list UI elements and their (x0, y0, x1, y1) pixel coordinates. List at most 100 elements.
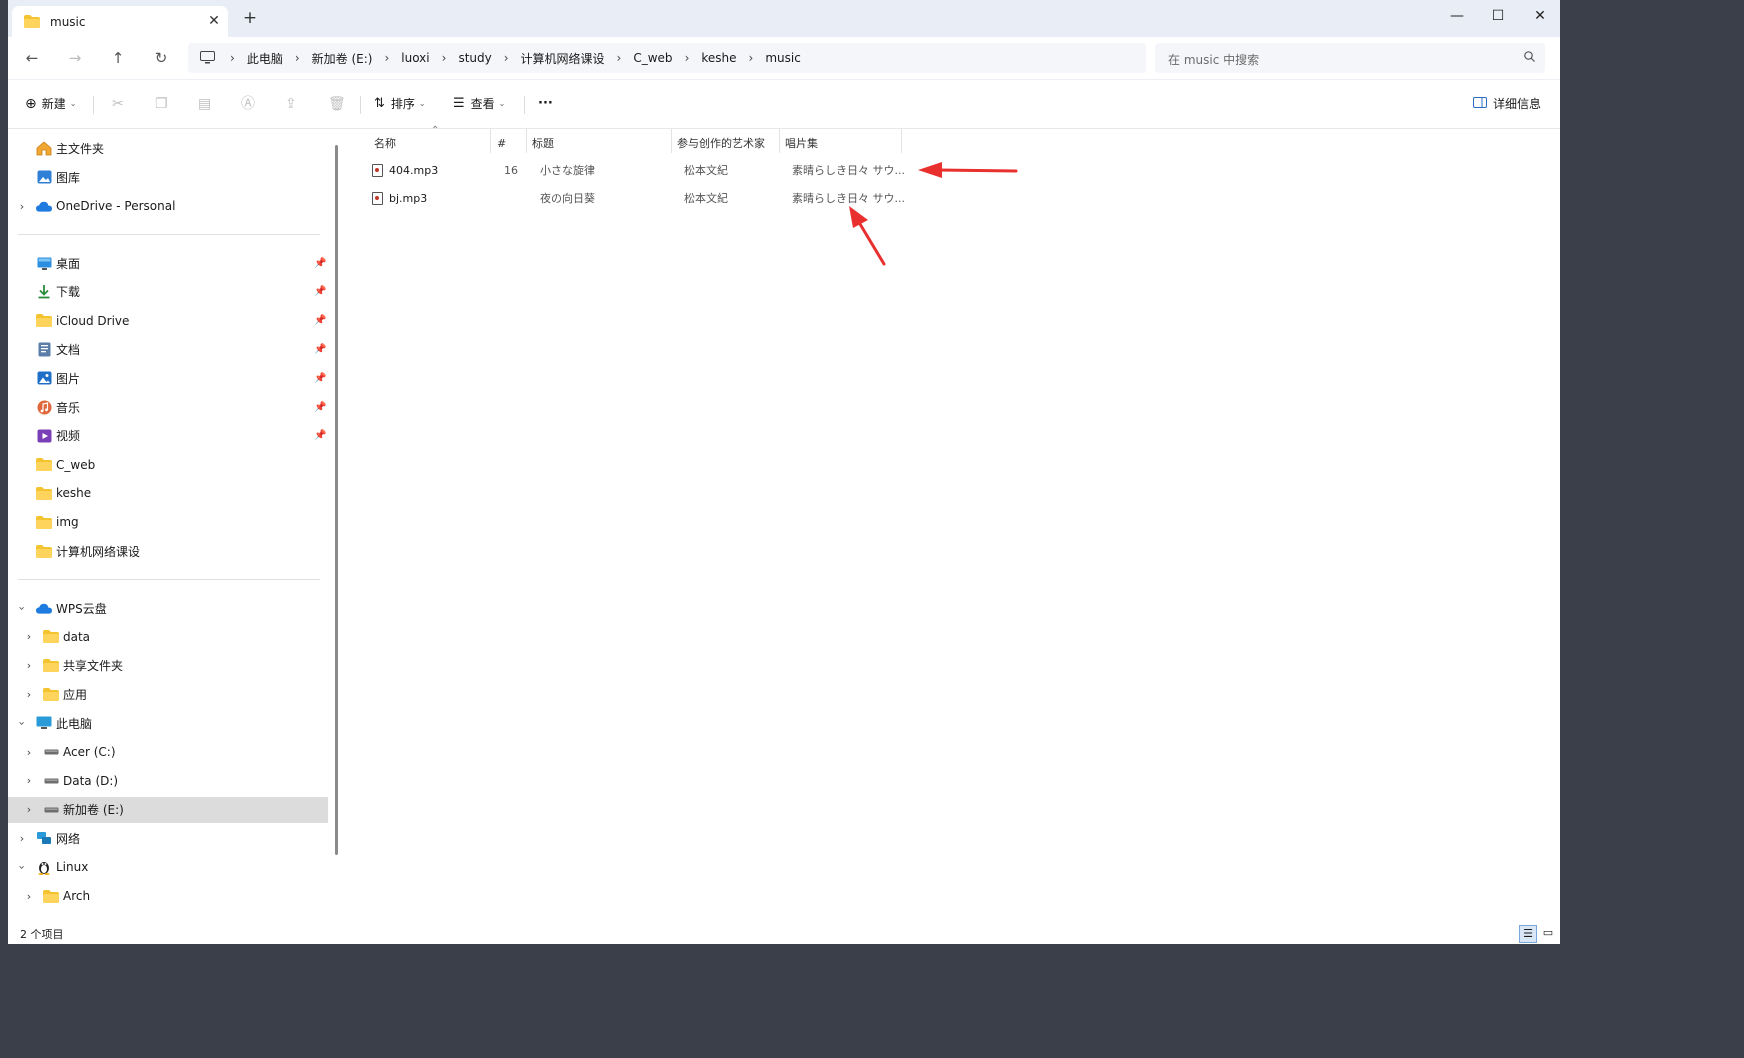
search-input[interactable]: 在 music 中搜索 (1155, 43, 1545, 73)
chevron-right-icon[interactable]: › (741, 51, 762, 65)
paste-icon[interactable]: ▤ (198, 94, 211, 114)
chevron-right-icon[interactable]: › (677, 51, 698, 65)
breadcrumb-item[interactable]: luoxi (397, 51, 433, 65)
sidebar-item[interactable]: 图库 (8, 164, 328, 190)
document-icon (36, 341, 52, 357)
up-button[interactable]: ↑ (105, 46, 131, 70)
chevron-right-icon[interactable]: › (434, 51, 455, 65)
tab-close-icon[interactable]: ✕ (205, 12, 223, 30)
share-icon[interactable]: ⇪ (285, 94, 297, 114)
chevron-down-icon[interactable]: › (16, 717, 29, 729)
sidebar-item[interactable]: 桌面 📌 (8, 250, 328, 276)
sidebar-item[interactable]: › Acer (C:) (8, 739, 328, 765)
new-tab-button[interactable]: + (240, 8, 260, 28)
column-header-title[interactable]: 标题 (532, 133, 554, 155)
sidebar-item[interactable]: › Data (D:) (8, 768, 328, 794)
download-icon (36, 284, 52, 300)
sidebar-item[interactable]: › Arch (8, 883, 328, 909)
cut-icon[interactable]: ✂ (112, 94, 124, 114)
breadcrumb-item[interactable]: music (761, 51, 804, 65)
chevron-right-icon[interactable]: › (23, 774, 35, 787)
breadcrumb-item[interactable]: keshe (697, 51, 740, 65)
sidebar-item[interactable]: › data (8, 624, 328, 650)
sidebar-item[interactable]: › 应用 (8, 681, 328, 707)
column-header-name[interactable]: 名称 (374, 133, 396, 155)
sidebar-item[interactable]: › 此电脑 (8, 710, 328, 736)
column-divider[interactable] (490, 129, 491, 153)
sidebar-item[interactable]: 计算机网络课设 (8, 538, 328, 564)
chevron-right-icon[interactable]: › (376, 51, 397, 65)
sidebar-item-label: 图片 (56, 371, 81, 386)
breadcrumb-item[interactable]: 新加卷 (E:) (308, 50, 377, 67)
chevron-right-icon[interactable]: › (16, 832, 28, 845)
forward-button[interactable]: → (62, 46, 88, 70)
chevron-right-icon[interactable]: › (23, 803, 35, 816)
column-header-album[interactable]: 唱片集 (785, 133, 818, 155)
toolbar-divider (360, 96, 361, 114)
refresh-button[interactable]: ↻ (148, 46, 174, 70)
sidebar-item[interactable]: › 共享文件夹 (8, 653, 328, 679)
navigation-pane-scrollbar[interactable] (335, 145, 338, 855)
folder-icon (43, 658, 59, 674)
sidebar-item[interactable]: › Linux (8, 854, 328, 880)
sidebar-item[interactable]: C_web (8, 452, 328, 478)
sidebar-item[interactable]: 图片 📌 (8, 365, 328, 391)
file-row[interactable]: bj.mp3 夜の向日葵 松本文紀 素晴らしき日々 サウ... (360, 185, 905, 212)
sidebar-item[interactable]: 视频 📌 (8, 423, 328, 449)
more-options-button[interactable]: ··· (538, 94, 553, 114)
copy-icon[interactable]: ❐ (155, 94, 168, 114)
chevron-right-icon[interactable]: › (23, 630, 35, 643)
chevron-right-icon[interactable]: › (23, 688, 35, 701)
sidebar-item[interactable]: iCloud Drive 📌 (8, 308, 328, 334)
sort-button[interactable]: ⇅ 排序 ⌄ (374, 94, 426, 114)
details-view-icon[interactable]: ☰ (1519, 925, 1537, 943)
chevron-right-icon[interactable]: › (609, 51, 630, 65)
breadcrumb-item[interactable]: study (454, 51, 495, 65)
rename-icon[interactable]: Ⓐ (241, 94, 255, 114)
details-pane-button[interactable]: 详细信息 (1473, 94, 1541, 114)
sidebar-item[interactable]: img (8, 509, 328, 535)
chevron-right-icon[interactable]: › (23, 890, 35, 903)
chevron-right-icon[interactable]: › (287, 51, 308, 65)
back-button[interactable]: ← (19, 46, 45, 70)
chevron-down-icon[interactable]: › (16, 861, 29, 873)
breadcrumb-item[interactable]: 此电脑 (243, 50, 287, 67)
delete-icon[interactable]: 🗑 (328, 94, 346, 114)
chevron-right-icon[interactable]: › (16, 200, 28, 213)
desktop-icon (36, 255, 52, 271)
column-divider[interactable] (526, 129, 527, 153)
sidebar-item[interactable]: › WPS云盘 (8, 595, 328, 621)
chevron-down-icon: ⌄ (498, 99, 506, 108)
music-icon (36, 399, 52, 415)
chevron-right-icon[interactable]: › (23, 746, 35, 759)
breadcrumb-item[interactable]: C_web (629, 51, 676, 65)
file-row[interactable]: 404.mp3 16 小さな旋律 松本文紀 素晴らしき日々 サウ... (360, 157, 905, 184)
sidebar-item[interactable]: keshe (8, 480, 328, 506)
sidebar-item[interactable]: › OneDrive - Personal (8, 193, 328, 219)
tiles-view-icon[interactable]: ▭ (1540, 925, 1556, 941)
sidebar-item[interactable]: 音乐 📌 (8, 394, 328, 420)
breadcrumb-item[interactable]: 计算机网络课设 (517, 50, 609, 67)
new-button[interactable]: ⊕ 新建 ⌄ (25, 94, 76, 114)
sidebar-item[interactable]: › 网络 (8, 825, 328, 851)
sidebar-item-label: 下载 (56, 285, 81, 300)
chevron-right-icon[interactable]: › (23, 659, 35, 672)
column-divider[interactable] (779, 129, 780, 153)
maximize-button[interactable]: ☐ (1478, 4, 1518, 28)
sidebar-item[interactable]: › 新加卷 (E:) (8, 796, 328, 823)
column-header-artist[interactable]: 参与创作的艺术家 (677, 133, 765, 155)
address-bar[interactable]: › 此电脑 › 新加卷 (E:) › luoxi › study › 计算机网络课设 › C_web ›… (188, 43, 1146, 73)
tab-music[interactable]: music ✕ (12, 6, 228, 37)
chevron-down-icon[interactable]: › (16, 602, 29, 614)
chevron-right-icon[interactable]: › (496, 51, 517, 65)
chevron-right-icon[interactable]: › (222, 51, 243, 65)
column-divider[interactable] (671, 129, 672, 153)
sidebar-item[interactable]: 主文件夹 (8, 135, 328, 161)
column-header-track[interactable]: # (497, 133, 506, 155)
column-divider[interactable] (901, 129, 902, 153)
sidebar-item[interactable]: 文档 📌 (8, 336, 328, 362)
close-window-button[interactable]: ✕ (1520, 4, 1560, 28)
view-button[interactable]: ☰ 查看 ⌄ (453, 94, 505, 114)
minimize-button[interactable]: — (1437, 4, 1477, 28)
sidebar-item[interactable]: 下载 📌 (8, 279, 328, 305)
